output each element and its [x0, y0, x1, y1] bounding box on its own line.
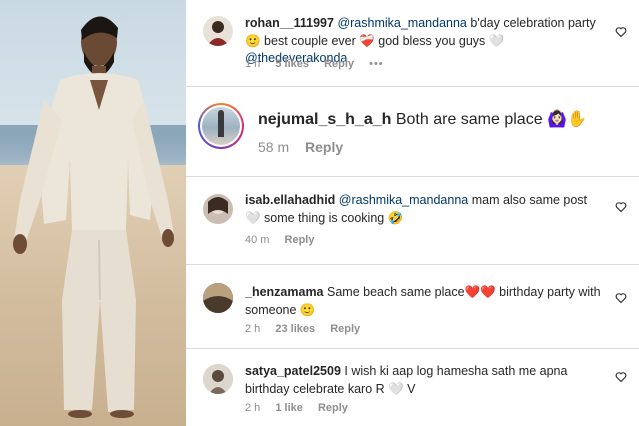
- comment-card: rohan__111997 @rashmika_mandanna b'day c…: [186, 0, 639, 86]
- divider: [186, 348, 639, 349]
- comment-meta: 58 m Reply: [258, 139, 355, 155]
- like-heart-icon[interactable]: [615, 292, 627, 304]
- comment-meta: 2 h 23 likes Reply: [245, 323, 372, 335]
- comment-time: 2 h: [245, 402, 261, 414]
- comment-meta: 1 h 5 likes Reply •••: [245, 58, 396, 70]
- comment-time: 58 m: [258, 139, 290, 155]
- comment-card: isab.ellahadhid @rashmika_mandanna mam a…: [186, 180, 639, 260]
- comment-likes[interactable]: 1 like: [275, 402, 303, 414]
- comment-text: satya_patel2509 I wish ki aap log hamesh…: [245, 363, 605, 398]
- story-ring-avatar[interactable]: [198, 103, 244, 149]
- divider: [186, 176, 639, 177]
- comment-username[interactable]: rohan__111997: [245, 16, 334, 30]
- comment-mention[interactable]: @rashmika_mandanna: [337, 16, 466, 30]
- avatar[interactable]: [203, 283, 233, 313]
- like-heart-icon[interactable]: [615, 371, 627, 383]
- comment-card: _henzamama Same beach same place❤️❤️ bir…: [186, 268, 639, 348]
- comment-username[interactable]: _henzamama: [245, 285, 324, 299]
- divider: [186, 86, 639, 87]
- comment-likes[interactable]: 23 likes: [275, 323, 315, 335]
- comment-meta: 2 h 1 like Reply: [245, 402, 360, 414]
- like-heart-icon[interactable]: [615, 26, 627, 38]
- comment-body: Both are same place 🙆🏻‍♀️✋: [391, 111, 587, 128]
- more-options-icon[interactable]: •••: [369, 58, 384, 70]
- comment-text: _henzamama Same beach same place❤️❤️ bir…: [245, 284, 605, 319]
- reply-button[interactable]: Reply: [324, 58, 354, 70]
- like-heart-icon[interactable]: [615, 201, 627, 213]
- comment-card: satya_patel2509 I wish ki aap log hamesh…: [186, 350, 639, 426]
- post-photo: [0, 0, 186, 426]
- divider: [186, 264, 639, 265]
- avatar[interactable]: [203, 16, 233, 46]
- comment-mention[interactable]: @rashmika_mandanna: [339, 193, 468, 207]
- person-figure: [13, 16, 174, 418]
- comment-username[interactable]: isab.ellahadhid: [245, 193, 335, 207]
- comment-time: 1 h: [245, 58, 261, 70]
- reply-button[interactable]: Reply: [318, 402, 348, 414]
- comment-username[interactable]: nejumal_s_h_a_h: [258, 111, 391, 128]
- comment-username[interactable]: satya_patel2509: [245, 364, 341, 378]
- comment-time: 40 m: [245, 234, 270, 246]
- avatar[interactable]: [203, 194, 233, 224]
- reply-button[interactable]: Reply: [330, 323, 360, 335]
- reply-button[interactable]: Reply: [285, 234, 315, 246]
- comment-time: 2 h: [245, 323, 261, 335]
- comment-text: isab.ellahadhid @rashmika_mandanna mam a…: [245, 192, 605, 227]
- comment-text: nejumal_s_h_a_h Both are same place 🙆🏻‍♀…: [258, 109, 587, 131]
- comment-likes[interactable]: 5 likes: [275, 58, 309, 70]
- avatar[interactable]: [203, 364, 233, 394]
- comment-meta: 40 m Reply: [245, 234, 327, 246]
- reply-button[interactable]: Reply: [305, 139, 343, 155]
- comment-card: nejumal_s_h_a_h Both are same place 🙆🏻‍♀…: [186, 88, 639, 174]
